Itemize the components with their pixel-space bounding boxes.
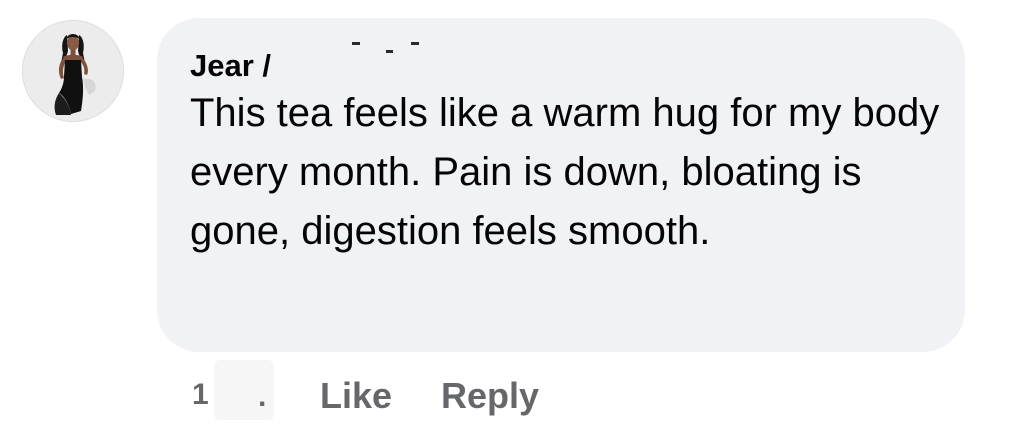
comment: Jear / This tea feels like a warm hug fo… [0, 0, 1024, 433]
like-button[interactable]: Like [320, 372, 392, 420]
avatar-image [23, 21, 123, 121]
timestamp-suffix: . [258, 380, 267, 413]
comment-bubble: Jear / This tea feels like a warm hug fo… [157, 18, 965, 352]
redacted-name-mark [268, 30, 448, 60]
avatar[interactable] [22, 20, 124, 122]
timestamp-text: 1 [192, 378, 209, 411]
comment-timestamp[interactable]: 1 . [192, 360, 274, 420]
comment-text: This tea feels like a warm hug for my bo… [190, 91, 940, 253]
comment-actions: 1 . Like Reply [192, 360, 539, 420]
reply-button[interactable]: Reply [441, 372, 539, 420]
comment-author[interactable]: Jear / [190, 48, 271, 84]
